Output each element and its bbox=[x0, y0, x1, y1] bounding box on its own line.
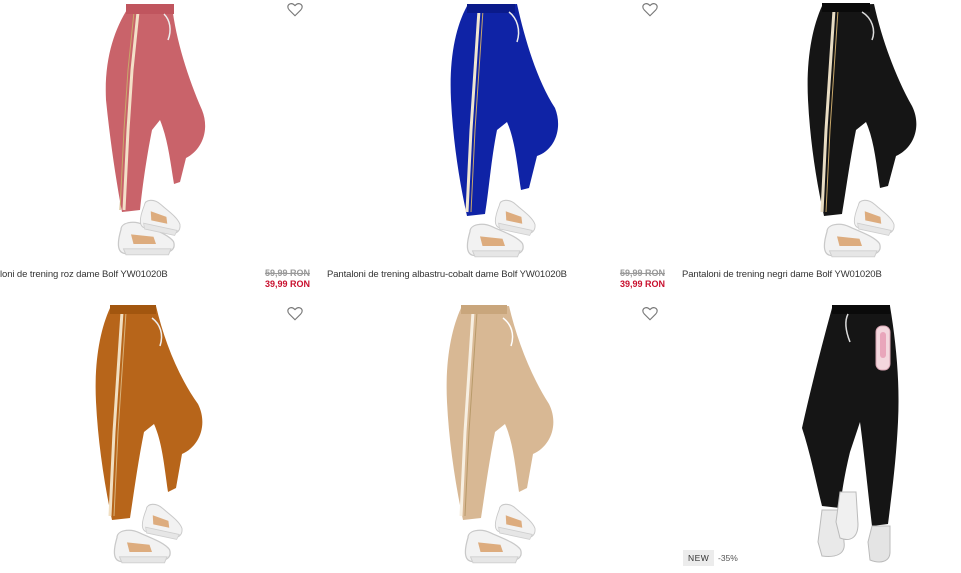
product-image[interactable] bbox=[800, 0, 940, 262]
product-card[interactable]: loni de trening roz dame Bolf YW01020B 5… bbox=[0, 0, 320, 295]
heart-outline-icon[interactable] bbox=[287, 3, 303, 17]
heart-outline-icon[interactable] bbox=[642, 307, 658, 321]
product-image[interactable] bbox=[792, 302, 922, 573]
product-image[interactable] bbox=[90, 302, 230, 573]
discount-badge: -35% bbox=[718, 553, 738, 563]
product-image[interactable] bbox=[437, 0, 587, 262]
price-old: 59,99 RON bbox=[619, 268, 665, 278]
product-card[interactable]: Pantaloni de trening albastru-cobalt dam… bbox=[327, 0, 667, 295]
product-image[interactable] bbox=[437, 302, 587, 573]
product-title[interactable]: Pantaloni de trening negri dame Bolf YW0… bbox=[682, 269, 882, 280]
product-title[interactable]: loni de trening roz dame Bolf YW01020B bbox=[0, 269, 168, 280]
product-card[interactable]: NEW -35% bbox=[682, 302, 961, 573]
product-image[interactable] bbox=[90, 0, 230, 262]
product-card[interactable]: Pantaloni de trening negri dame Bolf YW0… bbox=[682, 0, 961, 295]
new-badge: NEW bbox=[683, 550, 715, 566]
price-old: 59,99 RON bbox=[264, 268, 310, 278]
heart-outline-icon[interactable] bbox=[287, 307, 303, 321]
heart-outline-icon[interactable] bbox=[642, 3, 658, 17]
product-title[interactable]: Pantaloni de trening albastru-cobalt dam… bbox=[327, 269, 567, 280]
product-card[interactable] bbox=[327, 302, 667, 573]
price-sale: 39,99 RON bbox=[264, 279, 310, 289]
price-sale: 39,99 RON bbox=[619, 279, 665, 289]
product-card[interactable] bbox=[0, 302, 320, 573]
